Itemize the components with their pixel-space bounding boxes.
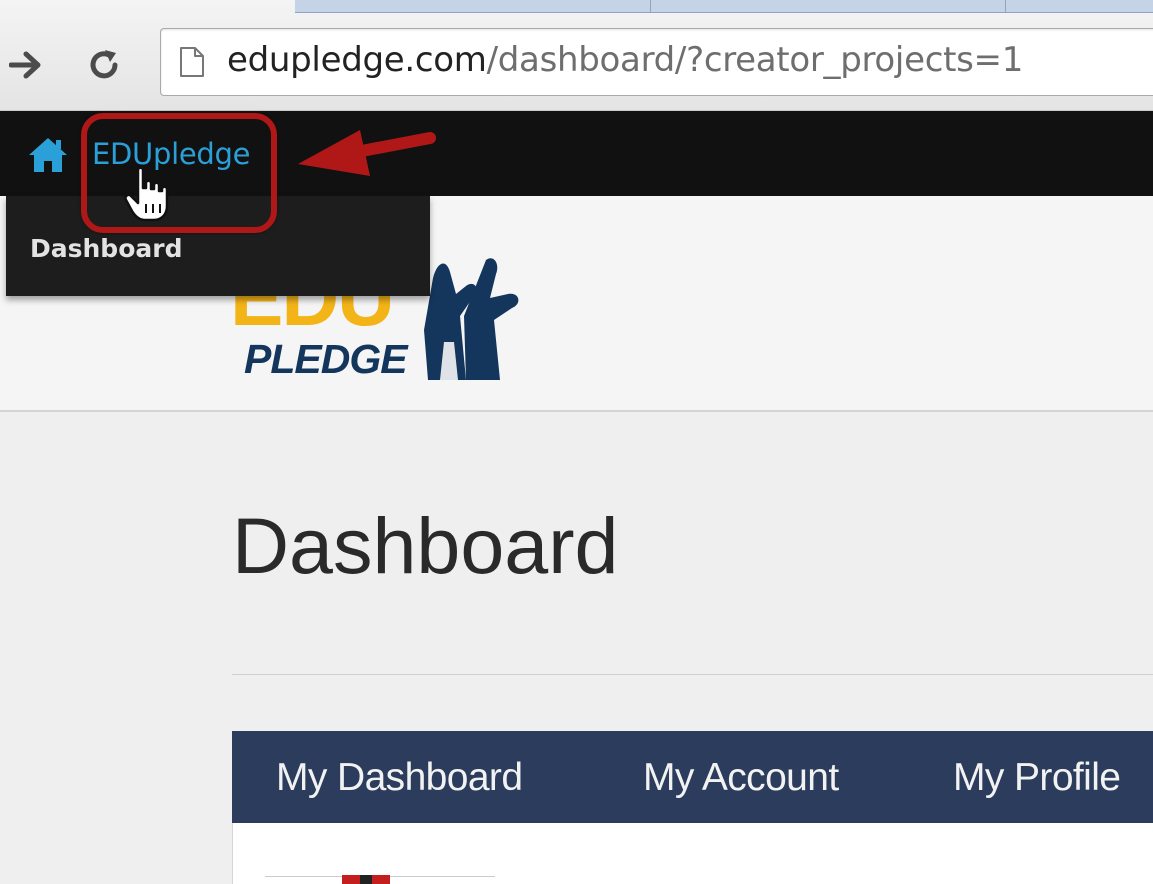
arrow-left-icon: [298, 130, 436, 176]
forward-button[interactable]: [4, 40, 48, 90]
screenshot-root: edupledge.com/dashboard/?creator_project…: [0, 0, 1153, 884]
logo-bottom-text: PLEDGE: [244, 336, 408, 382]
browser-tab-strip[interactable]: [295, 0, 1153, 13]
url-host: edupledge.com: [227, 40, 487, 80]
tab-separator: [1005, 0, 1006, 12]
home-icon[interactable]: [27, 136, 69, 174]
address-bar[interactable]: edupledge.com/dashboard/?creator_project…: [160, 28, 1153, 96]
url-text: edupledge.com/dashboard/?creator_project…: [227, 40, 1023, 80]
dashboard-tabs: My Dashboard My Account My Profile: [232, 731, 1153, 824]
hand-pointer-icon: [124, 166, 169, 222]
tab-separator: [650, 0, 651, 12]
page-icon: [180, 47, 204, 77]
tab-my-dashboard[interactable]: My Dashboard: [276, 756, 523, 800]
project-thumbnail-graphic: [360, 875, 372, 884]
menu-item-dashboard[interactable]: Dashboard: [30, 234, 182, 263]
tab-my-profile[interactable]: My Profile: [953, 756, 1121, 800]
url-path: /dashboard/?creator_projects=1: [486, 40, 1024, 80]
reload-icon: [90, 50, 118, 79]
title-divider: [232, 674, 1153, 675]
arrow-right-icon: [9, 51, 41, 79]
reload-button[interactable]: [82, 40, 126, 90]
browser-toolbar: edupledge.com/dashboard/?creator_project…: [0, 0, 1153, 111]
annotation-highlight: [81, 113, 277, 233]
page-title: Dashboard: [232, 501, 619, 590]
tab-my-account[interactable]: My Account: [643, 756, 839, 800]
